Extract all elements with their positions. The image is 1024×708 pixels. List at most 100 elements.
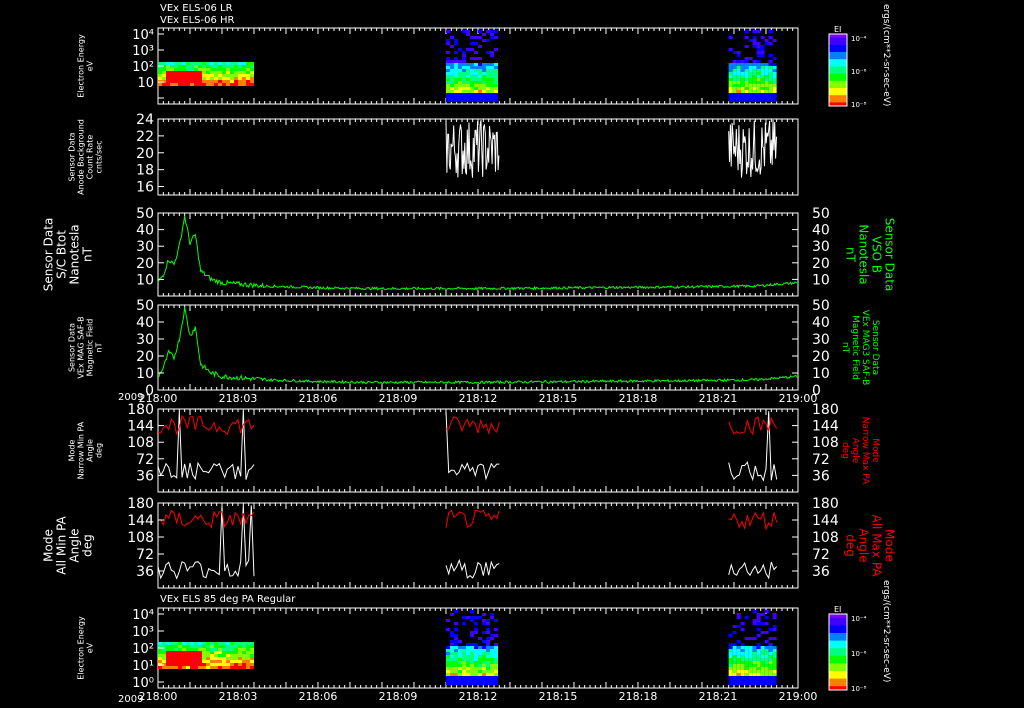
spectrogram-cell (764, 673, 769, 676)
spectrogram-cell (760, 661, 765, 664)
y-tick-label-right: 72 (812, 547, 830, 563)
spectrogram-cell (486, 679, 490, 682)
spectrogram-cell (752, 664, 757, 667)
spectrogram-cell (478, 670, 482, 673)
spectrogram-cell (250, 68, 254, 71)
spectrogram-cell (744, 649, 749, 652)
spectrogram-cell (474, 69, 478, 72)
y-tick-label-right: 144 (812, 513, 839, 529)
spectrogram-cell (174, 83, 178, 86)
spectrogram-cell (190, 651, 194, 654)
spectrogram-cell (482, 646, 486, 649)
spectrogram-cell (194, 666, 198, 669)
y-tick-label: 30 (136, 239, 154, 255)
spectrogram-cell (458, 673, 462, 676)
spectrogram-cell (454, 99, 458, 102)
spectrogram-cell (760, 652, 765, 655)
spectrogram-cell (760, 54, 765, 57)
spectrogram-cell (736, 54, 741, 57)
spectrogram-cell (174, 660, 178, 663)
spectrogram-cell (178, 648, 182, 651)
spectrogram-cell (478, 90, 482, 93)
spectrogram-cell (752, 622, 757, 625)
spectrogram-cell (732, 667, 737, 670)
ylabel-line: deg (81, 534, 95, 557)
spectrogram-cell (454, 655, 458, 658)
spectrogram-cell (470, 664, 474, 667)
spectrogram-cell (206, 68, 210, 71)
spectrogram-cell (744, 75, 749, 78)
spectrogram-cell (494, 81, 498, 84)
spectrogram-cell (242, 648, 246, 651)
spectrogram-cell (728, 69, 733, 72)
spectrogram-cell (198, 654, 202, 657)
spectrogram-cell (190, 77, 194, 80)
spectrogram-cell (474, 664, 478, 667)
spectrogram-cell (202, 68, 206, 71)
spectrogram-cell (736, 78, 741, 81)
spectrogram-cell (486, 643, 490, 646)
spectrogram-cell (190, 654, 194, 657)
spectrogram-cell (246, 68, 250, 71)
spectrogram-cell (182, 77, 186, 80)
spectrogram-cell (744, 66, 749, 69)
spectrogram-cell (170, 80, 174, 83)
spectrogram-cell (182, 654, 186, 657)
spectrogram-cell (486, 652, 490, 655)
spectrogram-cell (214, 648, 218, 651)
spectrogram-cell (466, 72, 470, 75)
spectrogram-cell (202, 666, 206, 669)
spectrogram-cell (764, 667, 769, 670)
spectrogram-cell (462, 69, 466, 72)
spectrogram-cell (446, 673, 450, 676)
spectrogram-cell (194, 80, 198, 83)
spectrogram-cell (206, 657, 210, 660)
spectrogram-cell (470, 649, 474, 652)
spectrogram-cell (250, 80, 254, 83)
spectrogram-cell (732, 631, 737, 634)
spectrogram-cell (732, 78, 737, 81)
spectrogram-cell (768, 87, 773, 90)
spectrogram-cell (194, 654, 198, 657)
spectrogram-cell (450, 613, 454, 616)
spectrogram-cell (202, 645, 206, 648)
spectrogram-cell (174, 657, 178, 660)
y-tick-label: 24 (136, 112, 154, 128)
spectrogram-cell (194, 657, 198, 660)
spectrogram-cell (218, 65, 222, 68)
spectrogram-cell (494, 673, 498, 676)
spectrogram-cell (250, 660, 254, 663)
spectrogram-cell (214, 663, 218, 666)
spectrogram-cell (494, 87, 498, 90)
spectrogram-cell (238, 648, 242, 651)
spectrogram-cell (234, 65, 238, 68)
spectrogram-cell (740, 84, 745, 87)
spectrogram-cell (166, 645, 170, 648)
spectrogram-cell (760, 670, 765, 673)
spectrogram-cell (740, 63, 745, 66)
spectrogram-cell (756, 673, 761, 676)
spectrogram-cell (186, 663, 190, 666)
spectrogram-cell (494, 628, 498, 631)
spectrogram-cell (450, 66, 454, 69)
spectrogram-cell (470, 69, 474, 72)
spectrogram-cell (178, 62, 182, 65)
spectrogram-cell (454, 69, 458, 72)
spectrogram-cell (744, 36, 749, 39)
spectrogram-cell (736, 72, 741, 75)
spectrogram-cell (768, 69, 773, 72)
spectrogram-cell (222, 657, 226, 660)
spectrogram-cell (242, 71, 246, 74)
spectrogram-cell (474, 622, 478, 625)
spectrogram-cell (250, 77, 254, 80)
spectrogram-cell (186, 71, 190, 74)
ylabel-line: Nanotesla (68, 224, 82, 284)
spectrogram-cell (768, 84, 773, 87)
spectrogram-cell (222, 660, 226, 663)
spectrogram-cell (234, 663, 238, 666)
spectrogram-cell (772, 78, 777, 81)
spectrogram-cell (462, 60, 466, 63)
spectrogram-cell (170, 660, 174, 663)
spectrogram-cell (226, 648, 230, 651)
spectrogram-cell (198, 651, 202, 654)
